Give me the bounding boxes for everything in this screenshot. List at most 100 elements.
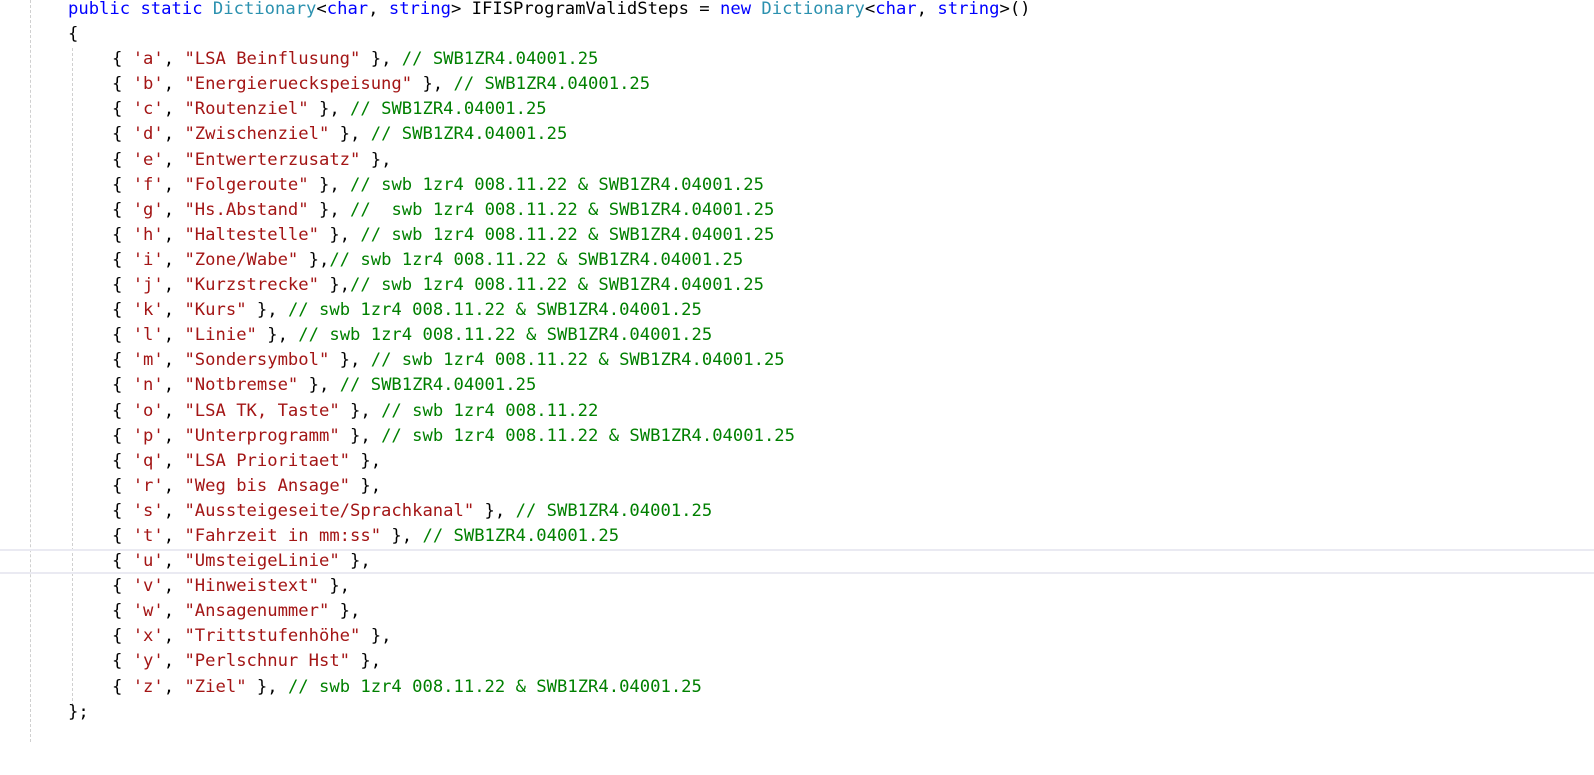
entry-open-brace: {: [112, 199, 133, 220]
entry-close: },: [298, 375, 340, 396]
entry-comment: // SWB1ZR4.04001.25: [370, 124, 568, 145]
entry-comment: // SWB1ZR4.04001.25: [453, 74, 651, 95]
code-line[interactable]: { 'x', "Trittstufenhöhe" },: [0, 624, 1594, 649]
code-line[interactable]: { 'w', "Ansagenummer" },: [0, 599, 1594, 624]
keyword-static: static: [140, 0, 203, 19]
entry-open-brace: {: [112, 551, 133, 572]
entry-close: },: [318, 224, 361, 245]
entry-open-brace: {: [112, 601, 133, 622]
code-line[interactable]: { 'e', "Entwerterzusatz" },: [0, 148, 1594, 173]
entry-comment: // swb 1zr4 008.11.22 & SWB1ZR4.04001.25: [370, 350, 785, 371]
entry-comma: ,: [163, 400, 185, 421]
entry-open-brace: {: [112, 224, 133, 245]
entry-comment: // swb 1zr4 008.11.22 & SWB1ZR4.04001.25: [381, 425, 795, 446]
entry-comma: ,: [163, 651, 185, 672]
declaration-line[interactable]: public static Dictionary<char, string> I…: [0, 0, 1594, 22]
entry-comma: ,: [163, 174, 185, 195]
entry-open-brace: {: [112, 300, 133, 321]
entry-open-brace: {: [112, 475, 133, 496]
entry-comment: // swb 1zr4 008.11.22 & SWB1ZR4.04001.25: [350, 199, 775, 220]
entry-comma: ,: [163, 300, 185, 321]
generic-open: <: [316, 0, 327, 19]
entry-open-brace: {: [112, 450, 133, 471]
code-line[interactable]: { 'l', "Linie" }, // swb 1zr4 008.11.22 …: [0, 323, 1594, 348]
entry-key: 'a': [132, 49, 164, 70]
entry-close: },: [256, 325, 299, 346]
entry-value: "Unterprogramm": [184, 425, 340, 446]
entry-comma: ,: [163, 49, 185, 70]
code-line[interactable]: { 'y', "Perlschnur Hst" },: [0, 649, 1594, 674]
close-brace-line[interactable]: };: [0, 700, 1594, 725]
entry-open-brace: {: [112, 174, 133, 195]
entry-comma: ,: [163, 99, 185, 120]
code-line[interactable]: { 'z', "Ziel" }, // swb 1zr4 008.11.22 &…: [0, 675, 1594, 700]
entry-comment: // swb 1zr4 008.11.22 & SWB1ZR4.04001.25: [350, 275, 764, 296]
entry-open-brace: {: [112, 350, 133, 371]
entry-comment: // swb 1zr4 008.11.22 & SWB1ZR4.04001.25: [298, 325, 713, 346]
entry-close: },: [339, 425, 382, 446]
entry-key: 'v': [132, 576, 164, 597]
code-line[interactable]: { 'i', "Zone/Wabe" },// swb 1zr4 008.11.…: [0, 248, 1594, 273]
code-editor[interactable]: public static Dictionary<char, string> I…: [0, 0, 1594, 742]
entry-key: 'q': [132, 450, 164, 471]
code-area[interactable]: public static Dictionary<char, string> I…: [0, 0, 1594, 725]
code-line[interactable]: { 'c', "Routenziel" }, // SWB1ZR4.04001.…: [0, 97, 1594, 122]
entry-close: },: [308, 174, 351, 195]
keyword-new: new: [720, 0, 752, 19]
code-line[interactable]: { 'r', "Weg bis Ansage" },: [0, 474, 1594, 499]
entry-key: 'g': [132, 199, 164, 220]
code-line[interactable]: { 'm', "Sondersymbol" }, // swb 1zr4 008…: [0, 348, 1594, 373]
entry-value: "Aussteigeseite/Sprachkanal": [184, 500, 475, 521]
entry-open-brace: {: [112, 74, 133, 95]
entry-comment: // swb 1zr4 008.11.22: [381, 400, 599, 421]
entry-key: 'm': [132, 350, 164, 371]
code-line[interactable]: { 'k', "Kurs" }, // swb 1zr4 008.11.22 &…: [0, 298, 1594, 323]
entry-comma: ,: [163, 601, 185, 622]
entry-comment: // SWB1ZR4.04001.25: [515, 500, 713, 521]
code-line[interactable]: { 'f', "Folgeroute" }, // swb 1zr4 008.1…: [0, 173, 1594, 198]
entry-key: 'f': [132, 174, 164, 195]
entry-value: "Routenziel": [184, 99, 309, 120]
code-line[interactable]: { 'j', "Kurzstrecke" },// swb 1zr4 008.1…: [0, 273, 1594, 298]
code-line[interactable]: { 'g', "Hs.Abstand" }, // swb 1zr4 008.1…: [0, 198, 1594, 223]
code-line[interactable]: { 's', "Aussteigeseite/Sprachkanal" }, /…: [0, 499, 1594, 524]
code-line[interactable]: { 'u', "UmsteigeLinie" },: [0, 549, 1594, 575]
entry-close: },: [350, 475, 382, 496]
entry-comma: ,: [163, 375, 185, 396]
entry-comma: ,: [163, 325, 185, 346]
open-brace-line[interactable]: {: [0, 22, 1594, 47]
entry-value: "Trittstufenhöhe": [184, 626, 361, 647]
entry-comment: // swb 1zr4 008.11.22 & SWB1ZR4.04001.25: [287, 300, 702, 321]
entry-comma: ,: [163, 149, 185, 170]
entry-open-brace: {: [112, 651, 133, 672]
entry-key: 'r': [132, 475, 164, 496]
entry-comma: ,: [163, 74, 185, 95]
code-line[interactable]: { 't', "Fahrzeit in mm:ss" }, // SWB1ZR4…: [0, 524, 1594, 549]
close-brace: };: [68, 701, 89, 722]
entry-close: },: [318, 275, 351, 296]
code-line[interactable]: { 'v', "Hinweistext" },: [0, 574, 1594, 599]
entry-value: "Linie": [184, 325, 257, 346]
code-line[interactable]: { 'q', "LSA Prioritaet" },: [0, 449, 1594, 474]
entry-open-brace: {: [112, 375, 133, 396]
code-line[interactable]: { 'p', "Unterprogramm" }, // swb 1zr4 00…: [0, 424, 1594, 449]
entry-comma: ,: [163, 676, 185, 697]
entry-open-brace: {: [112, 525, 133, 546]
code-line[interactable]: { 'h', "Haltestelle" }, // swb 1zr4 008.…: [0, 223, 1594, 248]
code-line[interactable]: { 'd', "Zwischenziel" }, // SWB1ZR4.0400…: [0, 122, 1594, 147]
entry-comma: ,: [163, 475, 185, 496]
entry-comma: ,: [163, 249, 185, 270]
code-line[interactable]: { 'n', "Notbremse" }, // SWB1ZR4.04001.2…: [0, 373, 1594, 398]
entry-value: "LSA Beinflusung": [184, 49, 361, 70]
entry-key: 't': [132, 525, 164, 546]
code-line[interactable]: { 'a', "LSA Beinflusung" }, // SWB1ZR4.0…: [0, 47, 1594, 72]
entry-comma: ,: [163, 525, 185, 546]
entry-value: "Zwischenziel": [184, 124, 330, 145]
entry-key: 'n': [132, 375, 164, 396]
entry-comma: ,: [163, 425, 185, 446]
entry-open-brace: {: [112, 99, 133, 120]
entry-close: },: [308, 99, 351, 120]
code-line[interactable]: { 'b', "Energierueckspeisung" }, // SWB1…: [0, 72, 1594, 97]
entry-open-brace: {: [112, 325, 133, 346]
code-line[interactable]: { 'o', "LSA TK, Taste" }, // swb 1zr4 00…: [0, 399, 1594, 424]
